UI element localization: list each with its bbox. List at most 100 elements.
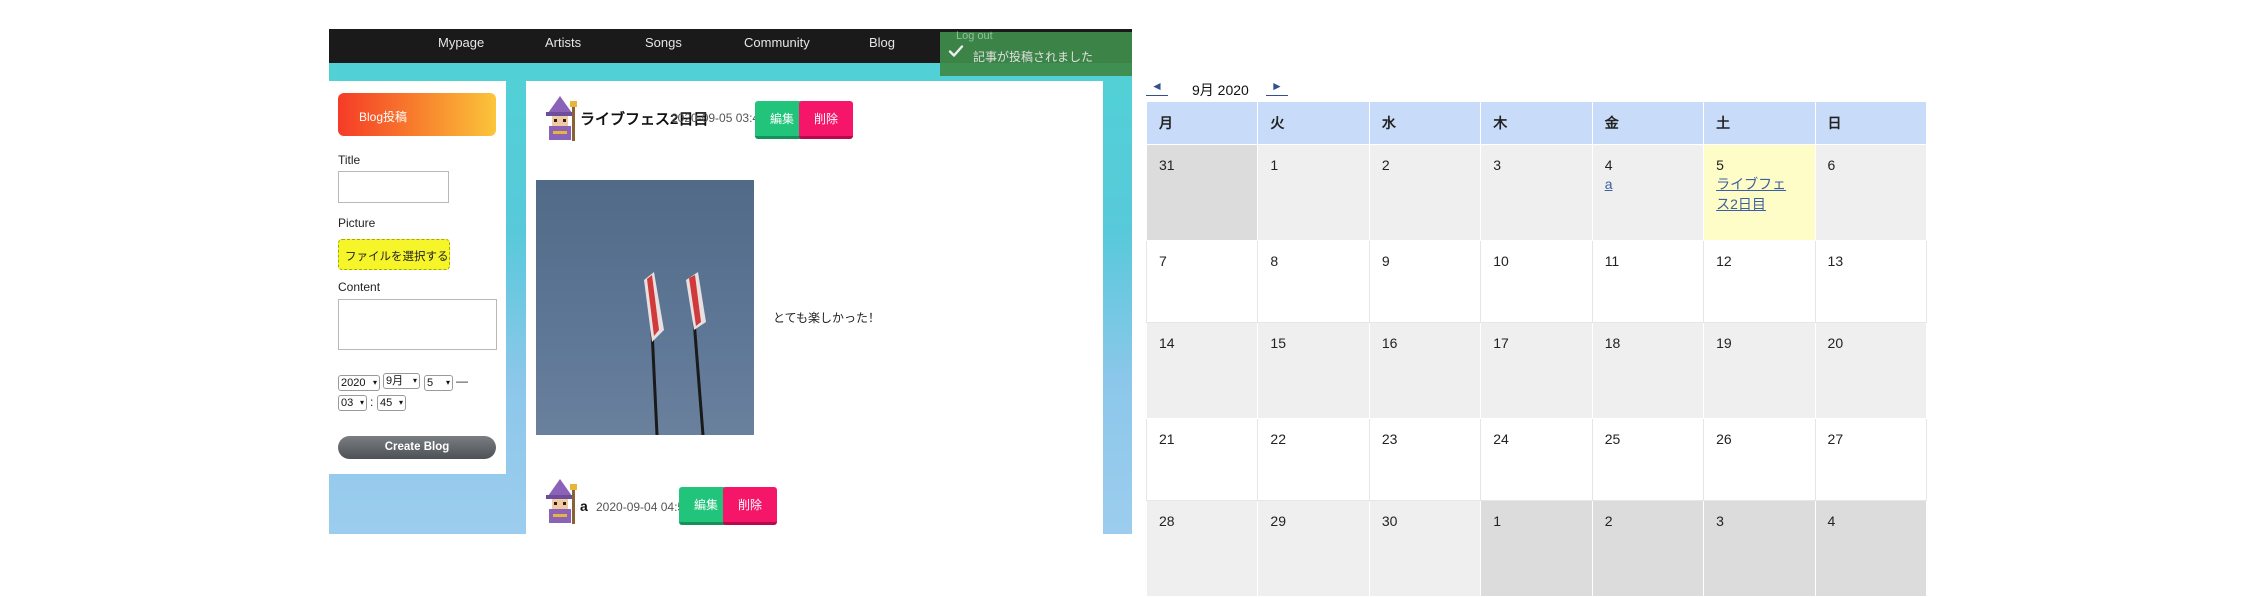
day-number: 28 bbox=[1159, 513, 1175, 529]
calendar-day-cell[interactable]: 11 bbox=[1591, 240, 1705, 323]
day-number: 14 bbox=[1159, 335, 1175, 351]
calendar-day-cell[interactable]: 17 bbox=[1480, 322, 1593, 419]
calendar-day-cell[interactable]: 27 bbox=[1814, 418, 1928, 501]
calendar-day-cell[interactable]: 20 bbox=[1814, 322, 1928, 419]
weekday-header: 土 bbox=[1703, 101, 1816, 145]
create-blog-button[interactable]: Create Blog bbox=[338, 436, 496, 459]
calendar-day-cell[interactable]: 18 bbox=[1591, 322, 1705, 419]
calendar-day-cell[interactable]: 10 bbox=[1480, 240, 1593, 323]
calendar-day-cell[interactable]: 15 bbox=[1257, 322, 1370, 419]
day-number: 20 bbox=[1827, 335, 1844, 351]
title-input[interactable] bbox=[338, 171, 449, 203]
calendar-day-cell[interactable]: 1 bbox=[1257, 144, 1370, 241]
calendar-day-cell[interactable]: 22 bbox=[1257, 418, 1370, 501]
post-title[interactable]: a bbox=[580, 498, 588, 514]
calendar-day-cell[interactable]: 21 bbox=[1145, 418, 1259, 501]
flash-notification: Log out 記事が投稿されました bbox=[940, 30, 1132, 76]
calendar-day-cell[interactable]: 2 bbox=[1591, 500, 1705, 597]
flash-message: 記事が投稿されました bbox=[973, 50, 1094, 64]
photo-illustration bbox=[644, 272, 706, 436]
day-number: 5 bbox=[1716, 157, 1724, 173]
time-colon: : bbox=[370, 395, 374, 409]
day-number: 11 bbox=[1604, 253, 1620, 269]
calendar-day-cell[interactable]: 4a bbox=[1591, 144, 1705, 241]
day-number: 8 bbox=[1270, 253, 1279, 269]
calendar-week-row: 21 22 23 24 25 26 27 bbox=[1145, 418, 1928, 501]
hour-select[interactable]: 03 ▾ bbox=[338, 395, 367, 411]
calendar-day-cell[interactable]: 30 bbox=[1368, 500, 1482, 597]
file-select-button[interactable]: ファイルを選択する bbox=[338, 239, 450, 270]
weekday-header: 火 bbox=[1257, 101, 1370, 145]
calendar-day-cell[interactable]: 8 bbox=[1257, 240, 1370, 323]
picture-label: Picture bbox=[338, 216, 376, 230]
calendar-weekday-row: 月 火 水 木 金 土 日 bbox=[1145, 101, 1928, 145]
day-number: 1 bbox=[1493, 513, 1502, 529]
calendar-month-label: 9月 2020 bbox=[1192, 82, 1249, 98]
calendar-day-cell[interactable]: 4 bbox=[1814, 500, 1928, 597]
calendar-day-cell[interactable]: 26 bbox=[1703, 418, 1816, 501]
calendar-day-cell[interactable]: 19 bbox=[1703, 322, 1816, 419]
hour-select-value: 03 bbox=[341, 397, 354, 409]
nav-item-songs[interactable]: Songs bbox=[645, 35, 682, 50]
calendar-day-cell[interactable]: 2 bbox=[1368, 144, 1482, 241]
calendar-event-link[interactable]: a bbox=[1605, 174, 1703, 194]
month-select[interactable]: 9月 ▾ bbox=[383, 373, 420, 389]
day-number: 24 bbox=[1493, 431, 1509, 447]
post-date: 2020-09-05 03:45 bbox=[671, 111, 766, 125]
day-number: 27 bbox=[1827, 431, 1844, 447]
content-label: Content bbox=[338, 280, 381, 294]
calendar-day-cell[interactable]: 28 bbox=[1145, 500, 1259, 597]
calendar-day-cell[interactable]: 31 bbox=[1145, 144, 1259, 241]
nav-item-community[interactable]: Community bbox=[744, 35, 810, 50]
wizard-avatar-icon[interactable] bbox=[540, 478, 580, 526]
next-month-arrow-icon[interactable]: ► bbox=[1266, 80, 1288, 96]
weekday-header: 木 bbox=[1480, 101, 1593, 145]
calendar-day-cell[interactable]: 1 bbox=[1480, 500, 1593, 597]
calendar-day-cell[interactable]: 9 bbox=[1368, 240, 1482, 323]
day-number: 3 bbox=[1493, 157, 1502, 173]
calendar-day-cell[interactable]: 23 bbox=[1368, 418, 1482, 501]
day-number: 25 bbox=[1604, 431, 1621, 447]
year-select-value: 2020 bbox=[341, 377, 366, 389]
previous-month-arrow-icon[interactable]: ◄ bbox=[1146, 80, 1168, 96]
chevron-down-icon: ▾ bbox=[372, 378, 377, 387]
nav-item-blog[interactable]: Blog bbox=[869, 35, 895, 50]
calendar-day-cell[interactable]: 14 bbox=[1145, 322, 1259, 419]
calendar-week-row: 14 15 16 17 18 19 20 bbox=[1145, 322, 1928, 419]
content-textarea[interactable] bbox=[338, 299, 497, 350]
day-number: 2 bbox=[1604, 513, 1613, 529]
nav-item-mypage[interactable]: Mypage bbox=[438, 35, 484, 50]
calendar-day-cell[interactable]: 3 bbox=[1480, 144, 1593, 241]
calendar-day-cell[interactable]: 12 bbox=[1703, 240, 1816, 323]
title-label: Title bbox=[338, 153, 361, 167]
day-number: 7 bbox=[1159, 253, 1167, 269]
calendar-day-cell[interactable]: 7 bbox=[1145, 240, 1259, 323]
delete-post-button[interactable]: 削除 bbox=[799, 101, 853, 139]
day-number: 18 bbox=[1604, 335, 1621, 351]
blog-app-window: Mypage Artists Songs Community Blog Log … bbox=[329, 29, 1132, 534]
calendar-day-cell[interactable]: 29 bbox=[1257, 500, 1370, 597]
calendar-body: 31 1 2 3 4 a 5 ライブフェ ス2日目 6 7 8 9 10 11 12 13 14 15 16 17 18 1… bbox=[1145, 144, 1928, 597]
nav-item-artists[interactable]: Artists bbox=[545, 35, 581, 50]
day-select[interactable]: 5 ▾ bbox=[424, 375, 453, 391]
calendar-day-cell[interactable]: 16 bbox=[1368, 322, 1482, 419]
calendar-day-cell[interactable]: 13 bbox=[1814, 240, 1928, 323]
year-select[interactable]: 2020 ▾ bbox=[338, 375, 380, 391]
calendar-day-cell[interactable]: 3 bbox=[1703, 500, 1816, 597]
calendar-day-cell[interactable]: 5 ライブフェ ス2日目 bbox=[1703, 144, 1816, 241]
nav-item-logout-obscured[interactable]: Log out bbox=[956, 30, 993, 42]
delete-post-button[interactable]: 削除 bbox=[723, 487, 777, 525]
calendar-day-cell[interactable]: 25 bbox=[1591, 418, 1705, 501]
calendar-day-cell[interactable]: 24 bbox=[1480, 418, 1593, 501]
calendar-navigation: ◄ 9月 2020 ► bbox=[1146, 80, 1301, 98]
blog-post-list: ライブフェス2日目 2020-09-05 03:45 編集 削除 とても楽しかっ… bbox=[526, 81, 1103, 534]
wizard-avatar-icon[interactable] bbox=[540, 95, 580, 143]
minute-select[interactable]: 45 ▾ bbox=[377, 395, 406, 411]
day-number: 2 bbox=[1381, 157, 1390, 173]
day-number: 23 bbox=[1381, 431, 1398, 447]
calendar-day-cell[interactable]: 6 bbox=[1814, 144, 1928, 241]
calendar-event-link[interactable]: ライブフェ ス2日目 bbox=[1716, 174, 1814, 214]
chevron-down-icon: ▾ bbox=[398, 398, 403, 407]
day-number: 3 bbox=[1716, 513, 1724, 529]
day-number: 19 bbox=[1716, 335, 1732, 351]
